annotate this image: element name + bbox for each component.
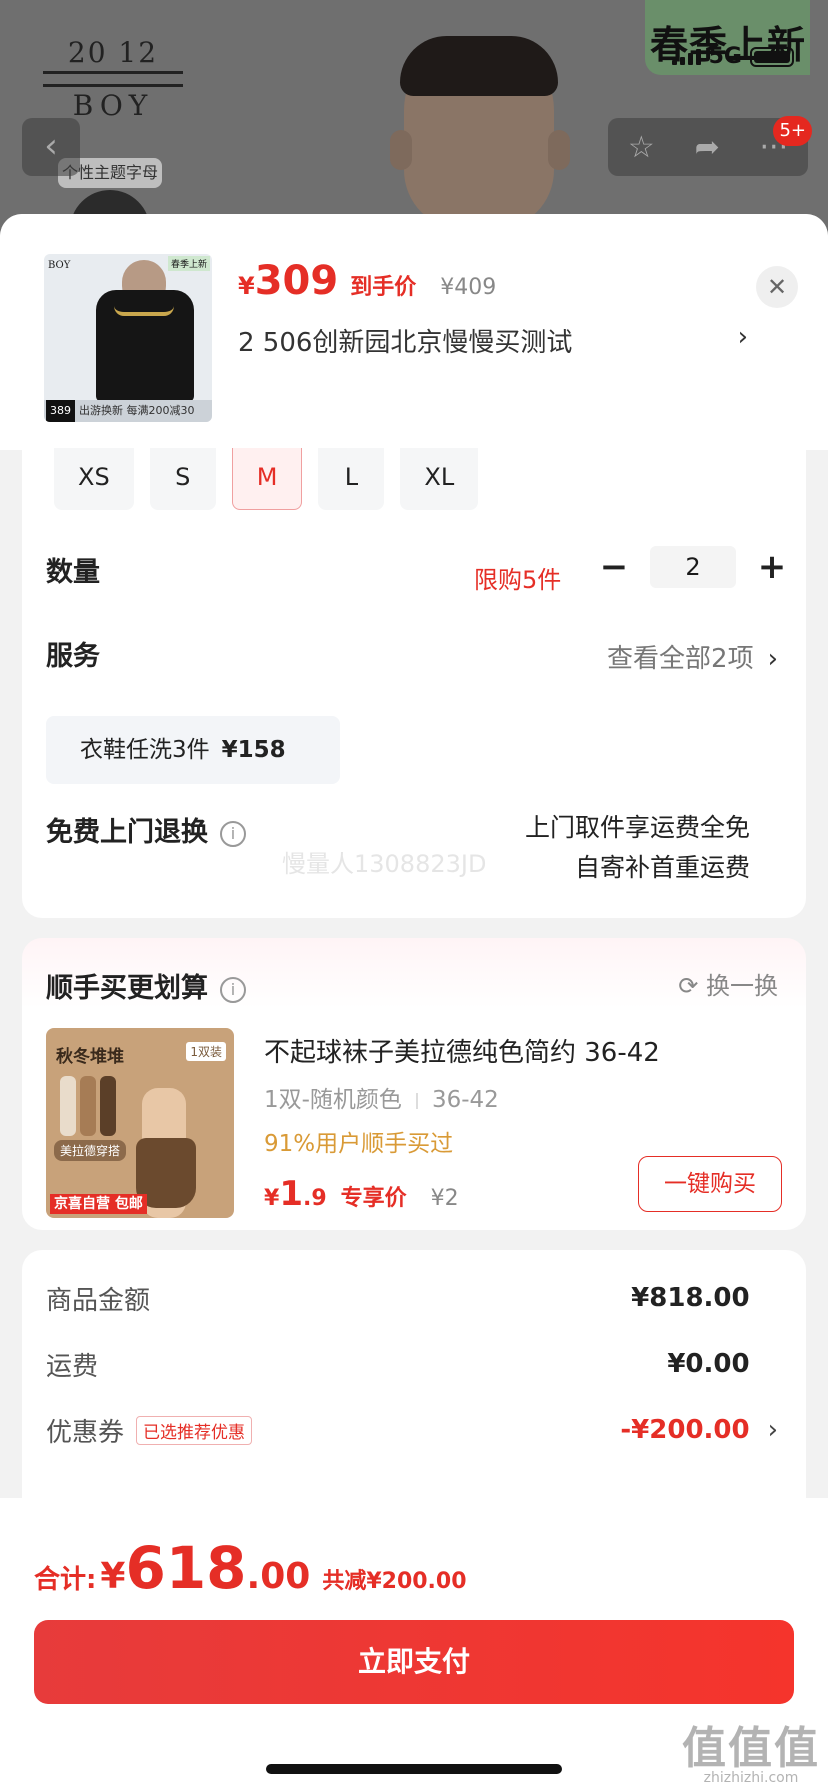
- addon-price: ¥ 1 .9 专享价 ¥2: [264, 1174, 459, 1214]
- address-text: 2 506创新园北京慢慢买测试: [238, 328, 573, 358]
- service-option-chip[interactable]: 衣鞋任洗3件 ¥158: [46, 716, 340, 784]
- final-price: 309: [254, 258, 339, 304]
- site-watermark: 值值值 zhizhizhi.com: [682, 1723, 820, 1786]
- goods-amount-row: 商品金额 ¥818.00 ›: [46, 1283, 750, 1316]
- chevron-right-icon: ›: [737, 322, 748, 352]
- watermark-text: 慢量人1308823JD: [282, 850, 487, 878]
- brand-logo: 20 12 BOY: [40, 36, 186, 122]
- pay-now-button[interactable]: 立即支付: [34, 1620, 794, 1704]
- coupon-amount: -¥200.00: [620, 1415, 750, 1445]
- size-option-xs[interactable]: XS: [54, 448, 134, 510]
- addon-product-name[interactable]: 不起球袜子美拉德纯色简约 36-42: [264, 1032, 660, 1069]
- options-card: XS S M L XL 数量 限购5件 − 2 + 服务 查看全部2项 › 衣鞋任…: [22, 448, 806, 918]
- addon-bought-rate: 91%用户顺手买过: [264, 1131, 454, 1157]
- quantity-stepper: − 2 +: [598, 546, 788, 588]
- chevron-right-icon: ›: [767, 644, 778, 674]
- coupon-tag: 已选推荐优惠: [136, 1415, 253, 1445]
- size-option-s[interactable]: S: [149, 448, 216, 510]
- chevron-right-icon: ›: [767, 1415, 778, 1445]
- size-option-m[interactable]: M: [231, 448, 303, 510]
- addon-card: 顺手买更划算 i ⟳ 换一换 秋冬堆堆 1双装 美拉德穿搭 京喜自营 包邮 不起球…: [22, 938, 806, 1230]
- original-price: ¥409: [440, 275, 497, 300]
- size-options: XS S M L XL: [54, 448, 479, 510]
- free-return-detail: 上门取件享运费全免 自寄补首重运费: [524, 813, 750, 882]
- star-icon[interactable]: ☆: [628, 130, 655, 165]
- back-button[interactable]: ‹: [22, 118, 80, 176]
- service-label: 服务: [46, 641, 100, 672]
- refresh-icon: ⟳: [678, 972, 699, 1000]
- free-return-title: 免费上门退换 i: [46, 810, 246, 849]
- share-icon[interactable]: ➦: [695, 130, 720, 165]
- decrement-button[interactable]: −: [598, 547, 630, 587]
- one-click-buy-button[interactable]: 一键购买: [638, 1156, 782, 1212]
- quantity-label: 数量: [46, 557, 100, 588]
- total-price: 合计: ¥ 618 .00 共减¥200.00: [34, 1534, 467, 1602]
- notification-badge: 5+: [773, 116, 812, 146]
- close-button[interactable]: ✕: [756, 266, 798, 308]
- coupon-row[interactable]: 优惠券 已选推荐优惠 -¥200.00 ›: [46, 1410, 778, 1450]
- size-option-xl[interactable]: XL: [400, 448, 479, 510]
- status-bar: 5G: [671, 44, 794, 69]
- goods-amount: ¥818.00: [631, 1283, 750, 1313]
- address-selector[interactable]: 2 506创新园北京慢慢买测试 ›: [238, 322, 748, 359]
- sheet-header: BOY 春季上新 389 出游换新 每满200减30 ¥ 309 到手价 ¥409…: [0, 214, 828, 450]
- battery-icon: [750, 46, 794, 67]
- increment-button[interactable]: +: [756, 547, 788, 587]
- shipping-row: 运费 ¥0.00 ›: [46, 1349, 750, 1382]
- shipping-amount: ¥0.00: [667, 1349, 750, 1379]
- product-thumbnail[interactable]: BOY 春季上新 389 出游换新 每满200减30: [44, 254, 212, 422]
- size-option-l[interactable]: L: [318, 448, 385, 510]
- close-icon: ✕: [766, 273, 788, 301]
- quantity-input[interactable]: 2: [650, 546, 736, 588]
- addon-title: 顺手买更划算 i: [46, 966, 246, 1005]
- network-label: 5G: [708, 44, 742, 69]
- purchase-limit: 限购5件: [474, 566, 562, 594]
- final-price-label: 到手价: [350, 275, 417, 300]
- addon-spec: 1双-随机颜色 36-42: [264, 1087, 499, 1113]
- signal-icon: [671, 48, 701, 65]
- sock-product-image[interactable]: 秋冬堆堆 1双装 美拉德穿搭 京喜自营 包邮: [46, 1028, 234, 1218]
- home-indicator[interactable]: [266, 1764, 562, 1774]
- info-icon[interactable]: i: [220, 976, 246, 1003]
- total-saved: 共减¥200.00: [322, 1569, 467, 1594]
- checkout-footer: 合计: ¥ 618 .00 共减¥200.00 立即支付 值值值 zhizhiz…: [0, 1498, 828, 1792]
- info-icon[interactable]: i: [220, 820, 246, 847]
- view-all-services[interactable]: 查看全部2项 ›: [607, 638, 778, 675]
- swap-button[interactable]: ⟳ 换一换: [678, 966, 778, 1001]
- eagle-emblem-icon: [43, 59, 183, 93]
- chevron-left-icon: ‹: [44, 126, 58, 166]
- price-row: ¥ 309 到手价 ¥409: [238, 258, 497, 304]
